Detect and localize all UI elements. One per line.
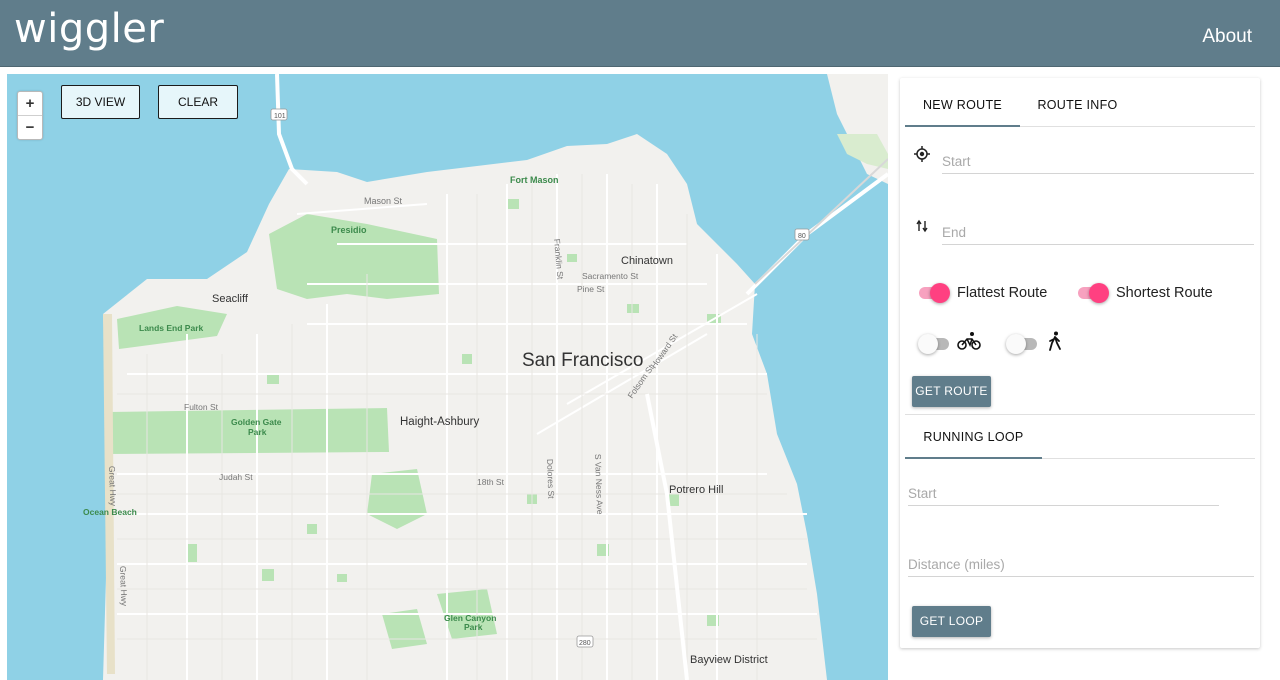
tab-running-loop[interactable]: RUNNING LOOP [905,418,1042,459]
walking-icon [1048,331,1062,356]
loop-start-field [908,482,1219,506]
map-view[interactable]: Fort Mason Mason St Presidio Chinatown S… [7,74,888,680]
bicycle-icon [957,331,981,356]
bike-mode-toggle[interactable] [918,334,950,354]
zoom-in-button[interactable]: + [18,92,42,116]
label-sacramento-st: Sacramento St [582,271,639,281]
label-dolores-st: Dolores St [545,459,556,500]
label-great-hwy-2: Great Hwy [118,566,129,607]
loop-start-input[interactable] [908,482,1219,504]
label-mason-st: Mason St [364,196,403,206]
app-bar: wiggler About [0,0,1280,67]
about-link[interactable]: About [1202,26,1252,48]
app-title[interactable]: wiggler [14,6,164,52]
start-field [942,150,1254,174]
label-chinatown: Chinatown [621,255,673,267]
label-hwy-101: 101 [274,113,286,120]
tab-route-info[interactable]: ROUTE INFO [1020,86,1135,127]
label-glen-canyon-2: Park [464,622,483,632]
route-tabs: NEW ROUTE ROUTE INFO [905,86,1255,127]
distance-field [908,553,1254,577]
end-input[interactable] [942,221,1254,243]
map-canvas[interactable]: Fort Mason Mason St Presidio Chinatown S… [7,74,888,680]
clear-button[interactable]: CLEAR [158,85,238,119]
label-golden-gate-park-1: Golden Gate [231,417,282,427]
zoom-out-button[interactable]: − [18,116,42,140]
3d-view-button[interactable]: 3D VIEW [61,85,140,119]
label-s-van-ness: S Van Ness Ave [593,454,605,515]
end-field [942,221,1254,245]
label-fort-mason: Fort Mason [510,175,559,185]
location-target-icon[interactable] [914,146,930,167]
label-bayview: Bayview District [690,654,768,666]
loop-tabs: RUNNING LOOP [905,418,1255,459]
get-loop-button[interactable]: GET LOOP [912,606,991,637]
label-fulton-st: Fulton St [184,402,219,412]
label-golden-gate-park-2: Park [248,427,267,437]
label-san-francisco: San Francisco [522,350,643,371]
label-hwy-280: 280 [579,640,591,647]
label-judah-st: Judah St [219,472,253,482]
label-pine-st: Pine St [577,284,605,294]
get-route-button[interactable]: GET ROUTE [912,376,991,407]
label-potrero-hill: Potrero Hill [669,484,723,496]
shortest-route-toggle[interactable] [1077,283,1109,303]
bay-bridge [754,158,888,285]
start-input[interactable] [942,150,1254,172]
shortest-route-label: Shortest Route [1116,285,1213,301]
flattest-route-toggle[interactable] [918,283,950,303]
label-haight-ashbury: Haight-Ashbury [400,416,480,428]
section-divider [905,414,1255,415]
label-great-hwy-1: Great Hwy [107,466,118,507]
label-lands-end: Lands End Park [139,323,204,333]
label-hwy-80: 80 [798,233,806,240]
label-presidio: Presidio [331,225,367,235]
distance-input[interactable] [908,553,1254,575]
tab-new-route[interactable]: NEW ROUTE [905,86,1020,127]
swap-icon[interactable] [916,219,928,238]
label-ocean-beach: Ocean Beach [83,507,137,517]
flattest-route-label: Flattest Route [957,285,1048,301]
label-seacliff: Seacliff [212,293,249,305]
label-18th-st: 18th St [477,477,505,487]
zoom-control: + − [17,91,43,140]
route-panel: NEW ROUTE ROUTE INFO Flattest Route Shor… [900,78,1260,648]
walk-mode-toggle[interactable] [1006,334,1038,354]
